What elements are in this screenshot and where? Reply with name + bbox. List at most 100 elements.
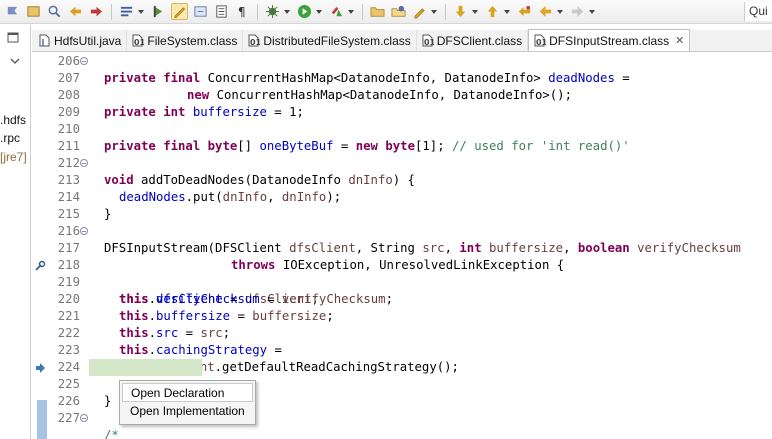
open-type-icon[interactable] bbox=[4, 3, 21, 20]
debug-icon[interactable] bbox=[264, 3, 281, 20]
tree-item[interactable]: .rpc bbox=[0, 131, 20, 145]
tab-label: HdfsUtil.java bbox=[54, 33, 122, 48]
back-dropdown[interactable] bbox=[556, 3, 564, 20]
code-line: new ConcurrentHashMap<DatanodeInfo, Data… bbox=[32, 70, 772, 102]
keyword: private final byte bbox=[104, 139, 238, 153]
svg-text:¶: ¶ bbox=[238, 5, 246, 19]
editor-tab-bar: J HdfsUtil.java 01 FileSystem.class 01 D… bbox=[32, 29, 772, 52]
main-toolbar: ¶ Qui bbox=[0, 0, 772, 24]
quick-access-field[interactable]: Qui bbox=[744, 2, 772, 21]
toolbar-separator bbox=[362, 3, 363, 20]
code-line: private final ConcurrentHashMap<Datanode… bbox=[32, 53, 772, 85]
tree-item-jre[interactable]: [jre7] bbox=[0, 150, 27, 164]
svg-text:J: J bbox=[41, 38, 45, 47]
mark-occurrences-icon[interactable] bbox=[150, 3, 167, 20]
tab-dfsclient-class[interactable]: 01 DFSClient.class bbox=[417, 30, 529, 51]
java-file-icon: J bbox=[39, 34, 50, 47]
annotation-next-icon[interactable] bbox=[88, 3, 105, 20]
tab-label: DFSInputStream.class bbox=[549, 33, 670, 48]
toolbar-separator bbox=[257, 3, 258, 20]
package-explorer-panel: .hdfs .rpc [jre7] bbox=[0, 25, 31, 439]
svg-text:01: 01 bbox=[424, 38, 434, 47]
field-name: oneByteBuf bbox=[259, 139, 334, 153]
close-icon[interactable]: ✕ bbox=[675, 34, 684, 47]
ruler-annotation-block[interactable] bbox=[37, 400, 47, 439]
code-line: dfsClient.getDefaultReadCachingStrategy(… bbox=[32, 342, 772, 374]
tab-label: DistributedFileSystem.class bbox=[263, 33, 411, 48]
tab-distributedfilesystem-class[interactable]: 01 DistributedFileSystem.class bbox=[243, 30, 417, 51]
next-annotation-dropdown[interactable] bbox=[471, 3, 479, 20]
pencil-icon[interactable] bbox=[411, 3, 428, 20]
back-icon[interactable] bbox=[537, 3, 554, 20]
svg-text:01: 01 bbox=[250, 38, 260, 47]
tab-filesystem-class[interactable]: 01 FileSystem.class bbox=[127, 30, 244, 51]
debug-dropdown[interactable] bbox=[283, 3, 291, 20]
search-icon[interactable] bbox=[46, 3, 63, 20]
current-line-highlight bbox=[89, 359, 202, 376]
code-line: this.buffersize = buffersize; bbox=[119, 309, 334, 323]
class-file-icon: 01 bbox=[132, 34, 144, 47]
tab-dfsinputstream-class[interactable]: 01 DFSInputStream.class ✕ bbox=[528, 29, 691, 51]
class-file-icon: 01 bbox=[422, 34, 434, 47]
block-selection-icon[interactable] bbox=[213, 3, 230, 20]
paragraph-icon[interactable]: ¶ bbox=[234, 3, 251, 20]
code-line: private final byte[] oneByteBuf = new by… bbox=[32, 121, 772, 153]
toolbar-separator bbox=[111, 3, 112, 20]
class-file-icon: 01 bbox=[248, 34, 260, 47]
debug-arrow-icon bbox=[36, 363, 45, 373]
code-text: } bbox=[104, 207, 112, 221]
tree-item[interactable]: .hdfs bbox=[0, 113, 26, 127]
previous-annotation-dropdown[interactable] bbox=[503, 3, 511, 20]
forward-icon[interactable] bbox=[569, 3, 586, 20]
code-line: throws IOException, UnresolvedLinkExcept… bbox=[32, 240, 772, 272]
tab-label: FileSystem.class bbox=[147, 33, 238, 48]
menu-item-open-declaration[interactable]: Open Declaration bbox=[122, 383, 253, 402]
code-text: [1]; bbox=[414, 139, 453, 153]
toggle-breadcrumb-icon[interactable] bbox=[118, 3, 135, 20]
code-line: this.cachingStrategy = bbox=[119, 343, 282, 357]
svg-text:01: 01 bbox=[536, 38, 546, 47]
keyword: private int bbox=[104, 105, 186, 119]
code-text: [] bbox=[237, 139, 260, 153]
code-line: deadNodes.put(dnInfo, dnInfo); bbox=[32, 172, 772, 204]
comment: /* bbox=[104, 428, 119, 439]
new-folder-icon[interactable] bbox=[369, 3, 386, 20]
tab-label: DFSClient.class bbox=[436, 33, 523, 48]
toggle-breadcrumb-dropdown[interactable] bbox=[137, 3, 145, 20]
code-line: private int buffersize = 1; bbox=[32, 87, 772, 119]
code-line: } bbox=[32, 189, 772, 221]
code-text: = 1; bbox=[266, 105, 304, 119]
run-dropdown[interactable] bbox=[315, 3, 323, 20]
code-text: } bbox=[104, 394, 112, 408]
code-text: = bbox=[333, 139, 356, 153]
view-menu-chevron-down-icon[interactable] bbox=[10, 55, 20, 68]
open-task-icon[interactable] bbox=[25, 3, 42, 20]
previous-annotation-icon[interactable] bbox=[484, 3, 501, 20]
minimize-icon[interactable] bbox=[7, 31, 19, 46]
forward-dropdown[interactable] bbox=[588, 3, 596, 20]
next-annotation-icon[interactable] bbox=[452, 3, 469, 20]
new-java-project-icon[interactable] bbox=[390, 3, 407, 20]
code-line: this.dfsClient = dfsClient; bbox=[32, 257, 772, 306]
tab-hdfsutil-java[interactable]: J HdfsUtil.java bbox=[34, 30, 128, 51]
menu-item-open-implementation[interactable]: Open Implementation bbox=[122, 402, 253, 421]
override-marker-icon[interactable] bbox=[34, 260, 46, 272]
run-icon[interactable] bbox=[296, 3, 313, 20]
keyword: new byte bbox=[355, 139, 415, 153]
comment: // used for 'int read()' bbox=[452, 139, 630, 153]
hyperlink-context-menu: Open Declaration Open Implementation bbox=[119, 380, 256, 425]
toolbar-separator bbox=[445, 3, 446, 20]
annotation-prev-icon[interactable] bbox=[67, 3, 84, 20]
last-edit-icon[interactable] bbox=[516, 3, 533, 20]
pencil-dropdown[interactable] bbox=[430, 3, 438, 20]
external-tools-icon[interactable] bbox=[328, 3, 345, 20]
code-line: void addToDeadNodes(DatanodeInfo dnInfo)… bbox=[32, 155, 772, 187]
field-name: buffersize bbox=[192, 105, 267, 119]
code-line: this.verifyChecksum = verifyChecksum; bbox=[119, 292, 393, 306]
word-wrap-icon[interactable] bbox=[171, 3, 188, 20]
show-whitespace-icon[interactable] bbox=[192, 3, 209, 20]
code-line-current: openInfo(); bbox=[32, 359, 772, 425]
code-line: this.src = src; bbox=[119, 326, 231, 340]
external-tools-dropdown[interactable] bbox=[347, 3, 355, 20]
code-line: DFSInputStream(DFSClient dfsClient, Stri… bbox=[32, 223, 772, 255]
